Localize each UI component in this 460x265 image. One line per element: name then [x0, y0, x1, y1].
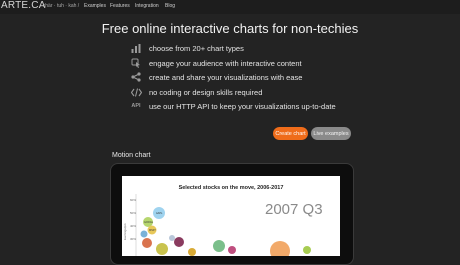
feature-item: choose from 20+ chart types: [130, 42, 244, 54]
bubble: [156, 243, 168, 255]
y-tick-label: 50%: [130, 211, 136, 215]
bubble: [142, 238, 152, 248]
y-tick-label: 40%: [130, 224, 136, 228]
bubble: [174, 237, 184, 247]
feature-item: create and share your visualizations wit…: [130, 71, 302, 83]
hero-title: Free online interactive charts for non-t…: [101, 21, 359, 36]
feature-text: use our HTTP API to keep your visualizat…: [149, 101, 336, 111]
bubble-label: GOOGL: [144, 221, 154, 224]
bubble: [188, 248, 196, 256]
bubble-label: AAPL: [156, 212, 163, 215]
bubble: [169, 235, 175, 241]
nav-link-examples[interactable]: Examples: [84, 3, 106, 9]
nav-link-blog[interactable]: Blog: [165, 3, 175, 9]
logo[interactable]: ARTE.CA: [1, 0, 46, 11]
share-icon: [130, 72, 142, 82]
code-brackets-icon: [130, 87, 142, 97]
feature-text: no coding or design skills required: [149, 87, 263, 97]
pronunciation-tagline: / chär · tuh · kah /: [40, 3, 80, 9]
feature-text: choose from 20+ chart types: [149, 43, 244, 53]
section-label: Motion chart: [112, 152, 151, 159]
create-chart-button[interactable]: Create chart: [273, 127, 308, 140]
feature-item: no coding or design skills required: [130, 86, 262, 98]
live-examples-button[interactable]: Live examples: [311, 127, 351, 140]
nav-link-features[interactable]: Features: [110, 3, 130, 9]
bubble: [140, 230, 148, 238]
bubble: [228, 246, 236, 254]
nav-link-integration[interactable]: Integration: [135, 3, 159, 9]
bubble-label: MSFT: [149, 229, 156, 232]
top-navigation-bar: ARTE.CA / chär · tuh · kah / Examples Fe…: [0, 0, 460, 14]
feature-text: create and share your visualizations wit…: [149, 72, 303, 82]
api-icon: API: [131, 103, 141, 109]
feature-text: engage your audience with interactive co…: [149, 58, 302, 68]
pointer-hand-icon: [130, 58, 142, 68]
feature-item: engage your audience with interactive co…: [130, 57, 302, 69]
chart-period-label: 2007 Q3: [265, 201, 323, 218]
y-tick-label: 30%: [130, 237, 136, 241]
chart-bars-icon: [130, 43, 142, 53]
feature-item: API use our HTTP API to keep your visual…: [130, 100, 336, 112]
y-axis-label: Earnings/p/s: [123, 223, 127, 240]
bubble: [303, 246, 311, 254]
bubble: [213, 240, 225, 252]
y-tick-label: 60%: [130, 198, 136, 202]
